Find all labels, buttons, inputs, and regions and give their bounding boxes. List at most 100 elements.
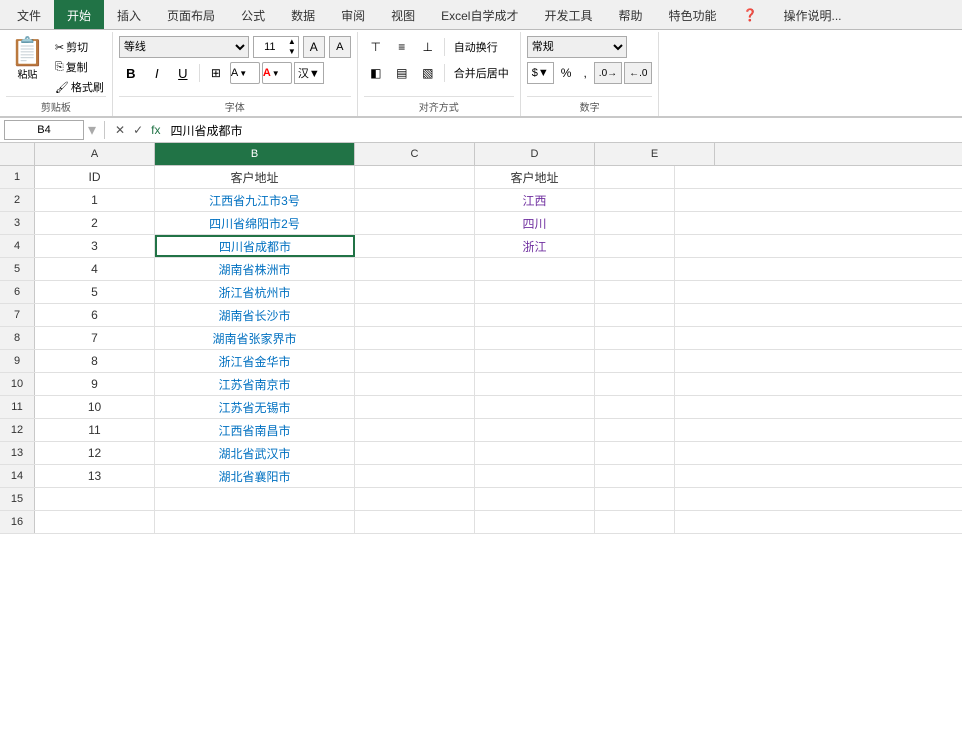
confirm-icon[interactable]: ✓ [131,122,145,138]
cell-12-A[interactable]: 11 [35,419,155,441]
row-header-2[interactable]: 2 [0,189,35,211]
col-header-A[interactable]: A [35,143,155,165]
cell-7-E[interactable] [595,304,675,326]
row-header-1[interactable]: 1 [0,166,35,188]
cell-9-A[interactable]: 8 [35,350,155,372]
align-center-button[interactable]: ▤ [390,62,414,84]
cell-2-B[interactable]: 江西省九江市3号 [155,189,355,211]
row-header-10[interactable]: 10 [0,373,35,395]
cell-11-B[interactable]: 江苏省无锡市 [155,396,355,418]
cell-10-A[interactable]: 9 [35,373,155,395]
font-shrink-button[interactable]: A [329,36,351,58]
cell-3-E[interactable] [595,212,675,234]
row-header-9[interactable]: 9 [0,350,35,372]
tab-special[interactable]: 特色功能 [656,0,730,29]
cell-16-E[interactable] [595,511,675,533]
row-header-3[interactable]: 3 [0,212,35,234]
cell-13-E[interactable] [595,442,675,464]
cell-8-D[interactable] [475,327,595,349]
cell-16-A[interactable] [35,511,155,533]
corner-cell[interactable] [0,143,35,165]
cell-15-C[interactable] [355,488,475,510]
tab-dev[interactable]: 开发工具 [531,0,605,29]
italic-button[interactable]: I [145,62,169,84]
row-header-7[interactable]: 7 [0,304,35,326]
border-button[interactable]: ⊞ [204,62,228,84]
percent-button[interactable]: % [556,62,577,84]
row-header-4[interactable]: 4 [0,235,35,257]
cell-2-C[interactable] [355,189,475,211]
cell-2-A[interactable]: 1 [35,189,155,211]
cell-12-E[interactable] [595,419,675,441]
cell-13-B[interactable]: 湖北省武汉市 [155,442,355,464]
cell-7-D[interactable] [475,304,595,326]
align-top-button[interactable]: ⊤ [364,36,388,58]
cell-6-D[interactable] [475,281,595,303]
tab-layout[interactable]: 页面布局 [154,0,228,29]
cell-1-C[interactable] [355,166,475,188]
cell-5-A[interactable]: 4 [35,258,155,280]
cell-3-A[interactable]: 2 [35,212,155,234]
increase-decimal-button[interactable]: .0→ [594,62,622,84]
cell-16-D[interactable] [475,511,595,533]
cell-11-D[interactable] [475,396,595,418]
cell-15-B[interactable] [155,488,355,510]
merge-center-button[interactable]: 合并后居中 [449,62,514,84]
cut-button[interactable]: ✂剪切 [53,38,106,56]
fill-color-button[interactable]: A▼ [230,62,260,84]
col-header-B[interactable]: B [155,143,355,165]
row-header-5[interactable]: 5 [0,258,35,280]
bold-button[interactable]: B [119,62,143,84]
cell-1-A[interactable]: ID [35,166,155,188]
cell-2-D[interactable]: 江西 [475,189,595,211]
cell-1-B[interactable]: 客户地址 [155,166,355,188]
cell-6-A[interactable]: 5 [35,281,155,303]
number-format-select[interactable]: 常规 [527,36,627,58]
row-header-15[interactable]: 15 [0,488,35,510]
cell-14-A[interactable]: 13 [35,465,155,487]
align-right-button[interactable]: ▧ [416,62,440,84]
cell-1-D[interactable]: 客户地址 [475,166,595,188]
row-header-8[interactable]: 8 [0,327,35,349]
cell-10-D[interactable] [475,373,595,395]
font-size-input[interactable] [254,37,286,57]
paste-button[interactable]: 📋 粘贴 [6,36,49,83]
tab-file[interactable]: 文件 [4,0,54,29]
col-header-D[interactable]: D [475,143,595,165]
cell-16-B[interactable] [155,511,355,533]
cell-11-A[interactable]: 10 [35,396,155,418]
font-size-down[interactable]: ▼ [286,47,298,57]
cell-2-E[interactable] [595,189,675,211]
row-header-11[interactable]: 11 [0,396,35,418]
row-header-14[interactable]: 14 [0,465,35,487]
row-header-12[interactable]: 12 [0,419,35,441]
cell-4-A[interactable]: 3 [35,235,155,257]
row-header-6[interactable]: 6 [0,281,35,303]
cell-9-B[interactable]: 浙江省金华市 [155,350,355,372]
align-bottom-button[interactable]: ⊥ [416,36,440,58]
special-char-button[interactable]: 汉▼ [294,62,324,84]
cell-9-D[interactable] [475,350,595,372]
cell-7-C[interactable] [355,304,475,326]
decrease-decimal-button[interactable]: ←.0 [624,62,652,84]
font-grow-button[interactable]: A [303,36,325,58]
cell-15-A[interactable] [35,488,155,510]
align-middle-button[interactable]: ≡ [390,36,414,58]
cell-4-D[interactable]: 浙江 [475,235,595,257]
cell-13-A[interactable]: 12 [35,442,155,464]
cell-11-E[interactable] [595,396,675,418]
tab-view[interactable]: 视图 [378,0,428,29]
tab-help[interactable]: 帮助 [606,0,656,29]
cell-15-E[interactable] [595,488,675,510]
cell-4-C[interactable] [355,235,475,257]
cell-9-E[interactable] [595,350,675,372]
tab-self_learn[interactable]: Excel自学成才 [428,0,531,29]
cell-12-D[interactable] [475,419,595,441]
cell-14-C[interactable] [355,465,475,487]
cell-3-D[interactable]: 四川 [475,212,595,234]
cell-5-D[interactable] [475,258,595,280]
cell-8-B[interactable]: 湖南省张家界市 [155,327,355,349]
font-color-button[interactable]: A▼ [262,62,292,84]
cell-3-B[interactable]: 四川省绵阳市2号 [155,212,355,234]
format-brush-button[interactable]: 🖌格式刷 [53,78,106,96]
